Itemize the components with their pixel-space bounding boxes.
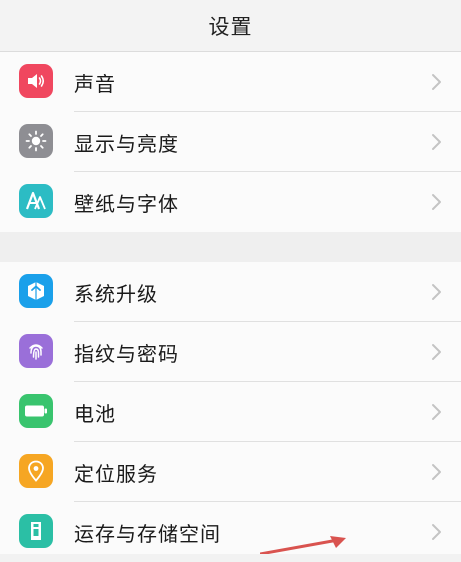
- settings-item-sound[interactable]: 声音: [0, 52, 461, 112]
- settings-group-1: 声音 显示与亮度 壁纸与字体: [0, 52, 461, 232]
- settings-item-label: 壁纸与字体: [74, 191, 179, 216]
- chevron-right-icon: [432, 194, 441, 210]
- settings-item-label: 运存与存储空间: [74, 521, 221, 546]
- settings-item-label: 指纹与密码: [74, 341, 179, 366]
- settings-item-label: 电池: [74, 401, 116, 426]
- chevron-right-icon: [432, 74, 441, 90]
- chevron-right-icon: [432, 284, 441, 300]
- chevron-right-icon: [432, 404, 441, 420]
- chevron-right-icon: [432, 464, 441, 480]
- fingerprint-icon: [19, 334, 53, 368]
- settings-item-label: 声音: [74, 71, 116, 96]
- header-bar: 设置: [0, 0, 461, 52]
- battery-icon: [19, 394, 53, 428]
- settings-item-battery[interactable]: 电池: [0, 382, 461, 442]
- settings-item-memory-storage[interactable]: 运存与存储空间: [0, 502, 461, 562]
- speaker-icon: [19, 64, 53, 98]
- settings-item-display-brightness[interactable]: 显示与亮度: [0, 112, 461, 172]
- settings-item-label: 系统升级: [74, 281, 158, 306]
- location-icon: [19, 454, 53, 488]
- page-title: 设置: [208, 14, 253, 39]
- chevron-right-icon: [432, 344, 441, 360]
- storage-icon: [19, 514, 53, 548]
- annotation-arrow-icon: [260, 536, 346, 554]
- settings-item-wallpaper-font[interactable]: 壁纸与字体: [0, 172, 461, 232]
- brightness-icon: [19, 124, 53, 158]
- font-icon: [19, 184, 53, 218]
- group-separator: [0, 232, 461, 262]
- settings-item-fingerprint-password[interactable]: 指纹与密码: [0, 322, 461, 382]
- upgrade-icon: [19, 274, 53, 308]
- chevron-right-icon: [432, 524, 441, 540]
- chevron-right-icon: [432, 134, 441, 150]
- settings-item-label: 定位服务: [74, 461, 158, 486]
- settings-group-2: 系统升级 指纹与密码 电池 定位服务 运存与存储空间: [0, 262, 461, 554]
- settings-item-location-services[interactable]: 定位服务: [0, 442, 461, 502]
- settings-item-system-upgrade[interactable]: 系统升级: [0, 262, 461, 322]
- settings-item-label: 显示与亮度: [74, 131, 179, 156]
